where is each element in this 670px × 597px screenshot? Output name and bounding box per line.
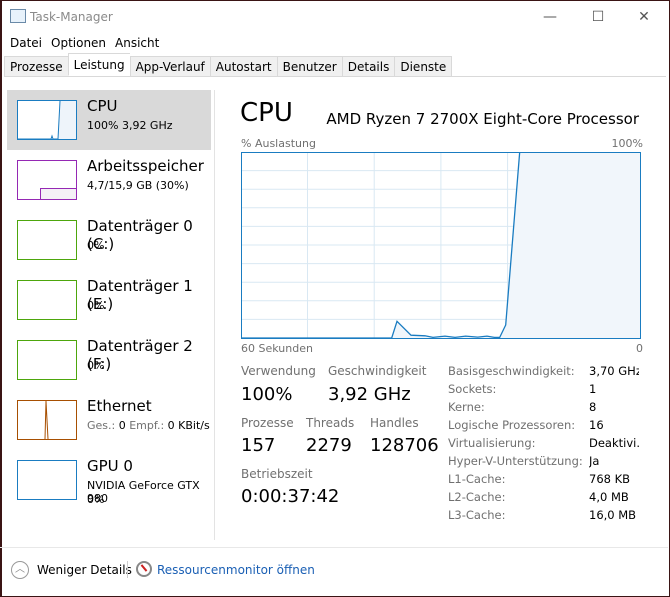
sidebar-item-name: Arbeitsspeicher xyxy=(87,157,204,175)
mini-graph xyxy=(17,460,77,500)
tab-prozesse[interactable]: Prozesse xyxy=(4,56,68,77)
processor-name: AMD Ryzen 7 2700X Eight-Core Processor xyxy=(326,110,639,128)
open-resource-monitor-link[interactable]: Ressourcenmonitor öffnen xyxy=(157,563,315,577)
processes-value: 157 xyxy=(241,435,276,456)
window-title: Task-Manager xyxy=(30,10,113,24)
sidebar-item-arbeitsspeicher[interactable]: Arbeitsspeicher 4,7/15,9 GB (30%) xyxy=(7,150,211,210)
mini-graph xyxy=(17,340,77,380)
sidebar-item-ethernet[interactable]: Ethernet Ges.: 0 Empf.: 0 KBit/s xyxy=(7,390,211,450)
graph-x-min: 0 xyxy=(636,342,643,355)
detail-value: 3,70 GHz xyxy=(589,364,639,378)
speed-label: Geschwindigkeit xyxy=(328,364,427,378)
mini-graph xyxy=(17,280,77,320)
sidebar-item-name: Ethernet xyxy=(87,397,152,415)
sidebar-item-name: Datenträger 1 (E:) xyxy=(87,277,193,313)
sidebar-item-sub2: 0% xyxy=(87,493,105,506)
resource-monitor-icon xyxy=(136,561,152,577)
sidebar-item-sub: 100% 3,92 GHz xyxy=(87,119,173,132)
divider xyxy=(214,90,215,540)
tab-autostart[interactable]: Autostart xyxy=(209,56,277,77)
detail-value: 768 KB xyxy=(589,472,631,486)
sidebar-item-sub: 0% xyxy=(87,239,105,252)
detail-label: Basisgeschwindigkeit: xyxy=(448,364,575,378)
detail-label: Kerne: xyxy=(448,400,485,414)
sidebar-item-gpu-0[interactable]: GPU 0 NVIDIA GeForce GTX 980 0% xyxy=(7,450,211,510)
send-value: 0 xyxy=(118,419,126,432)
detail-label: L3-Cache: xyxy=(448,508,506,522)
detail-value: 1 xyxy=(589,382,597,396)
cpu-usage-graph xyxy=(241,152,642,339)
threads-label: Threads xyxy=(306,416,355,430)
menu-optionen[interactable]: Optionen xyxy=(51,36,106,50)
tab-bar: Prozesse Leistung App-Verlauf Autostart … xyxy=(4,53,666,77)
mini-graph xyxy=(17,220,77,260)
menu-datei[interactable]: Datei xyxy=(10,36,42,50)
handles-value: 128706 xyxy=(370,435,439,456)
uptime-label: Betriebszeit xyxy=(241,467,313,481)
detail-label: Virtualisierung: xyxy=(448,436,536,450)
tab-benutzer[interactable]: Benutzer xyxy=(276,56,342,77)
mini-graph xyxy=(17,160,77,200)
tab-dienste[interactable]: Dienste xyxy=(394,56,453,77)
receive-label: Empf.: xyxy=(129,419,165,432)
graph-y-max: 100% xyxy=(611,137,643,150)
send-label: Ges.: xyxy=(87,419,116,432)
maximize-button[interactable]: ☐ xyxy=(575,4,621,30)
sidebar-item-name: GPU 0 xyxy=(87,457,133,475)
sidebar-item-sub: 4,7/15,9 GB (30%) xyxy=(87,179,189,192)
fewer-details-button[interactable]: Weniger Details xyxy=(37,563,132,577)
handles-label: Handles xyxy=(370,416,419,430)
minimize-button[interactable]: — xyxy=(527,4,573,30)
menu-ansicht[interactable]: Ansicht xyxy=(115,36,159,50)
processes-label: Prozesse xyxy=(241,416,294,430)
tab-app-verlauf[interactable]: App-Verlauf xyxy=(129,56,210,77)
uptime-value: 0:00:37:42 xyxy=(241,486,340,507)
detail-value: 8 xyxy=(589,400,597,414)
mini-graph xyxy=(17,100,77,140)
sidebar-item-sub: 0% xyxy=(87,299,105,312)
detail-label: Hyper-V-Unterstützung: xyxy=(448,454,583,468)
usage-label: Verwendung xyxy=(241,364,316,378)
sidebar-item-name: Datenträger 0 (C:) xyxy=(87,217,193,253)
usage-value: 100% xyxy=(241,384,293,405)
detail-value: Ja xyxy=(589,454,600,468)
page-title: CPU xyxy=(240,98,293,128)
detail-value: 16,0 MB xyxy=(589,508,637,522)
chevron-up-icon[interactable]: ︿ xyxy=(11,561,29,579)
sidebar-item-name: Datenträger 2 (F:) xyxy=(87,337,193,373)
detail-value: 4,0 MB xyxy=(589,490,629,504)
receive-value: 0 KBit/s xyxy=(167,419,210,432)
detail-label: L2-Cache: xyxy=(448,490,506,504)
sidebar-item-sub: NVIDIA GeForce GTX 980 xyxy=(87,479,200,505)
tab-leistung[interactable]: Leistung xyxy=(67,53,130,76)
sidebar-item-datentr-ger-0-c[interactable]: Datenträger 0 (C:) 0% xyxy=(7,210,211,270)
detail-label: Sockets: xyxy=(448,382,497,396)
detail-label: Logische Prozessoren: xyxy=(448,418,576,432)
sidebar-item-cpu[interactable]: CPU 100% 3,92 GHz xyxy=(7,90,211,150)
sidebar-item-datentr-ger-1-e[interactable]: Datenträger 1 (E:) 0% xyxy=(7,270,211,330)
detail-value: 16 xyxy=(589,418,604,432)
detail-value: Deaktivi... xyxy=(589,436,639,450)
sidebar-item-name: CPU xyxy=(87,97,118,115)
close-button[interactable]: ✕ xyxy=(621,4,667,30)
mini-graph xyxy=(17,400,77,440)
sidebar-item-datentr-ger-2-f[interactable]: Datenträger 2 (F:) 0% xyxy=(7,330,211,390)
speed-value: 3,92 GHz xyxy=(328,384,411,405)
threads-value: 2279 xyxy=(306,435,352,456)
footer-separator xyxy=(127,561,128,578)
task-manager-icon xyxy=(10,9,26,23)
graph-x-label: 60 Sekunden xyxy=(241,342,313,355)
tab-details[interactable]: Details xyxy=(341,56,395,77)
detail-label: L1-Cache: xyxy=(448,472,506,486)
sidebar-item-sub: 0% xyxy=(87,359,105,372)
footer-divider xyxy=(0,547,668,548)
graph-y-label: % Auslastung xyxy=(241,137,316,150)
